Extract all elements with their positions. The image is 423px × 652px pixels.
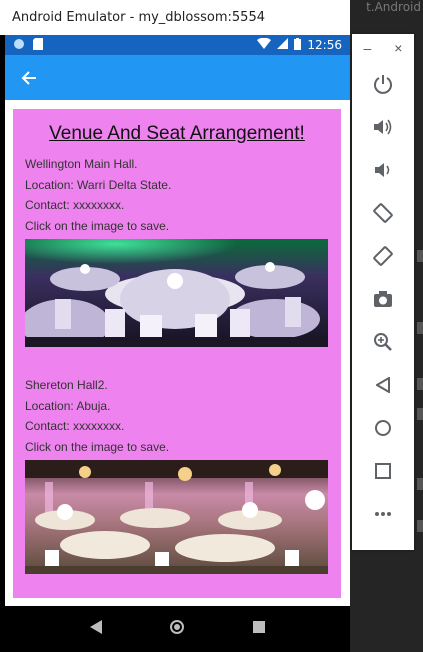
signal-icon bbox=[277, 38, 289, 52]
power-icon bbox=[374, 74, 392, 94]
overview-button[interactable] bbox=[352, 449, 414, 492]
ide-code-marker bbox=[417, 378, 423, 390]
notification-circle-icon bbox=[13, 38, 25, 53]
venue-image-banquet-hall[interactable] bbox=[25, 239, 328, 347]
app-content[interactable]: Venue And Seat Arrangement! Wellington M… bbox=[5, 100, 350, 606]
power-button[interactable] bbox=[352, 62, 414, 105]
window-title-bar[interactable]: Android Emulator - my_dblossom:5554 bbox=[0, 0, 350, 35]
page-title: Venue And Seat Arrangement! bbox=[49, 123, 305, 144]
venue-card: Wellington Main Hall. Location: Warri De… bbox=[25, 154, 329, 347]
venue-hint: Click on the image to save. bbox=[25, 439, 170, 454]
venue-hint: Click on the image to save. bbox=[25, 218, 170, 233]
status-time: 12:56 bbox=[307, 38, 342, 52]
overview-icon bbox=[375, 462, 391, 479]
ide-background-text: t.Android bbox=[366, 0, 421, 14]
nav-home-button[interactable] bbox=[165, 615, 189, 639]
venue-location: Location: Warri Delta State. bbox=[25, 177, 172, 192]
venue-image-ballroom[interactable] bbox=[25, 460, 328, 574]
venue-contact: Contact: xxxxxxxx. bbox=[25, 198, 125, 212]
zoom-button[interactable] bbox=[352, 320, 414, 363]
back-arrow-button[interactable] bbox=[19, 68, 39, 88]
emulator-side-toolbar: – × bbox=[352, 34, 414, 550]
circle-home-icon bbox=[170, 620, 185, 634]
volume-down-button[interactable] bbox=[352, 148, 414, 191]
more-icon bbox=[375, 511, 391, 516]
venue-name: Shereton Hall2. bbox=[25, 378, 108, 392]
emulator-window: Android Emulator - my_dblossom:5554 12:5… bbox=[0, 0, 350, 652]
android-navigation-bar bbox=[5, 606, 350, 648]
triangle-back-icon bbox=[89, 620, 102, 634]
ide-code-marker bbox=[417, 478, 423, 490]
back-button[interactable] bbox=[352, 363, 414, 406]
venue-panel: Venue And Seat Arrangement! Wellington M… bbox=[13, 109, 341, 598]
window-title: Android Emulator - my_dblossom:5554 bbox=[12, 10, 265, 25]
back-icon bbox=[376, 376, 390, 393]
screenshot-button[interactable] bbox=[352, 277, 414, 320]
rotate-left-icon bbox=[373, 202, 393, 223]
ide-code-marker bbox=[417, 250, 423, 262]
volume-down-icon bbox=[375, 162, 390, 177]
nav-back-button[interactable] bbox=[84, 615, 108, 639]
ide-code-marker bbox=[417, 520, 423, 532]
ide-code-marker bbox=[417, 322, 423, 334]
rotate-left-button[interactable] bbox=[352, 191, 414, 234]
android-status-bar: 12:56 bbox=[5, 35, 350, 55]
ide-code-marker bbox=[417, 408, 423, 420]
zoom-icon bbox=[374, 332, 392, 351]
venue-name: Wellington Main Hall. bbox=[25, 157, 138, 171]
wifi-icon bbox=[257, 37, 272, 52]
camera-icon bbox=[374, 290, 392, 307]
back-arrow-icon bbox=[21, 70, 36, 85]
venue-location: Location: Abuja. bbox=[25, 398, 111, 413]
home-button[interactable] bbox=[352, 406, 414, 449]
volume-up-button[interactable] bbox=[352, 105, 414, 148]
venue-card: Shereton Hall2. Location: Abuja. Contact… bbox=[25, 375, 329, 574]
venue-contact: Contact: xxxxxxxx. bbox=[25, 419, 125, 433]
minimize-button[interactable]: – bbox=[364, 40, 372, 56]
home-icon bbox=[375, 419, 391, 436]
square-overview-icon bbox=[253, 621, 266, 633]
app-toolbar bbox=[5, 55, 350, 100]
close-button[interactable]: × bbox=[394, 40, 402, 56]
rotate-right-icon bbox=[373, 245, 393, 266]
more-button[interactable] bbox=[352, 492, 414, 535]
volume-up-icon bbox=[374, 119, 392, 134]
battery-icon bbox=[294, 37, 302, 53]
sd-card-icon bbox=[33, 37, 43, 53]
nav-overview-button[interactable] bbox=[247, 615, 271, 639]
rotate-right-button[interactable] bbox=[352, 234, 414, 277]
